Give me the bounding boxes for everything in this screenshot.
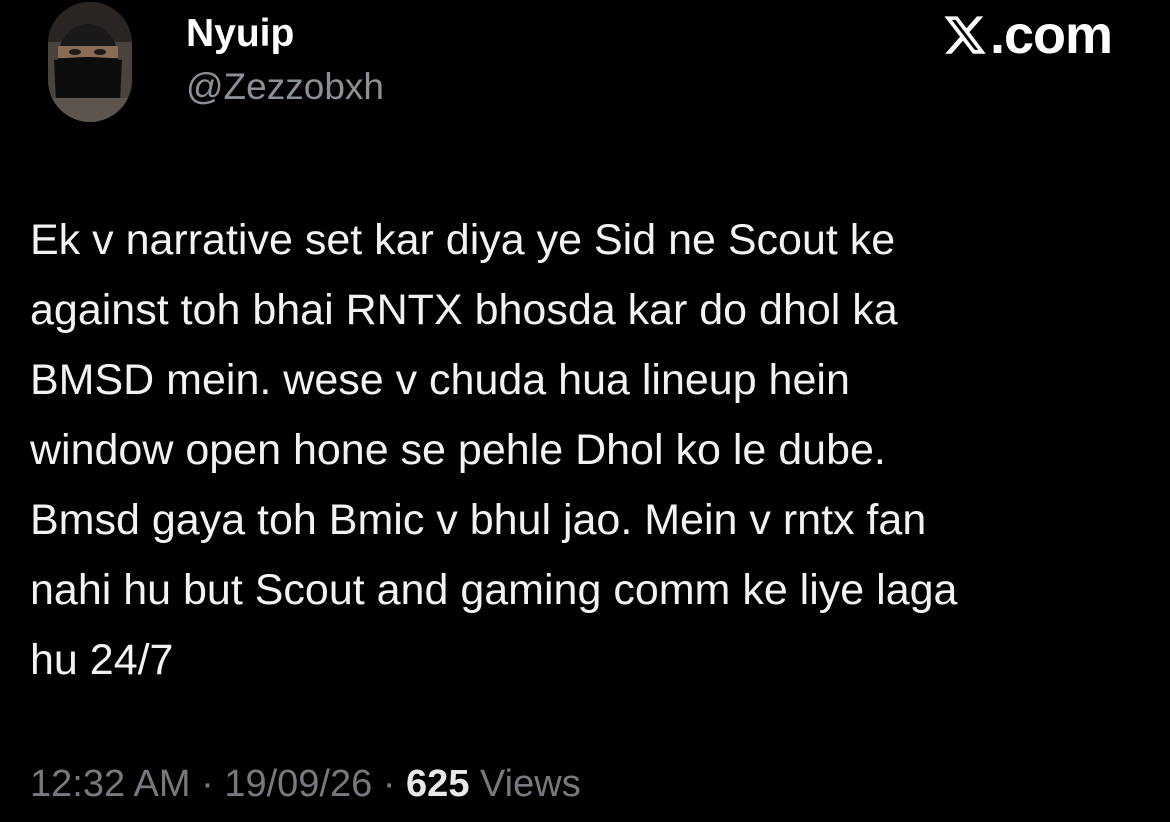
author-display-name[interactable]: Nyuip xyxy=(186,14,294,53)
brand-watermark: .com xyxy=(942,5,1113,65)
avatar[interactable] xyxy=(48,2,132,122)
tweet-text: Ek v narrative set kar diya ye Sid ne Sc… xyxy=(30,216,958,684)
meta-separator: · xyxy=(382,763,396,805)
author-handle[interactable]: @Zezzobxh xyxy=(186,68,384,105)
meta-separator: · xyxy=(201,763,214,805)
tweet-time[interactable]: 12:32 AM xyxy=(30,763,191,805)
tweet-date[interactable]: 19/09/26 xyxy=(224,763,372,805)
brand-domain: .com xyxy=(989,5,1113,65)
views-label[interactable]: Views xyxy=(480,763,581,805)
views-count[interactable]: 625 xyxy=(406,763,469,805)
x-logo-icon xyxy=(944,16,986,54)
masked-person-avatar xyxy=(48,2,132,122)
tweet-meta: 12:32 AM · 19/09/26 · 625 Views xyxy=(30,765,581,803)
